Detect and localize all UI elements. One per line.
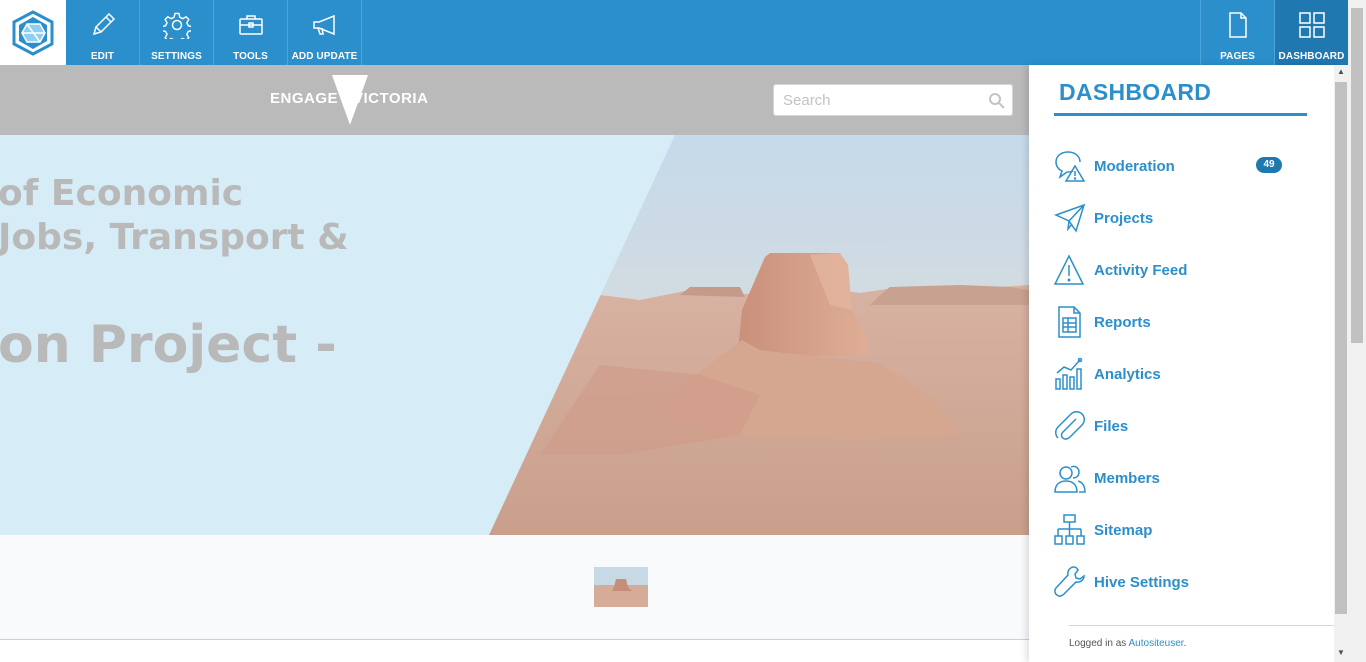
tools-label: TOOLS: [233, 51, 268, 62]
briefcase-icon: [238, 15, 263, 35]
paperclip-icon: [1055, 411, 1085, 440]
pages-label: PAGES: [1220, 51, 1255, 62]
logo-word-engage: ENGAGE: [270, 90, 339, 107]
menu-label-projects: Projects: [1094, 210, 1154, 227]
search-input[interactable]: [774, 85, 979, 115]
hero-thumbnail-image[interactable]: [594, 567, 648, 607]
wrench-icon: [1054, 566, 1085, 597]
engage-victoria-logo[interactable]: ENGAGE VICTORIA: [270, 75, 430, 125]
gear-icon: [162, 12, 191, 39]
page-icon: [1228, 12, 1247, 38]
thumbnail-strip: [0, 535, 1029, 640]
search-box: [773, 84, 1013, 116]
edit-label: EDIT: [90, 51, 115, 62]
panel-scroll-up-arrow[interactable]: ▲: [1334, 65, 1348, 79]
warning-icon: [1054, 254, 1085, 285]
logo-word-victoria: VICTORIA: [353, 90, 429, 107]
site-header: ENGAGE VICTORIA: [0, 65, 1029, 135]
settings-button[interactable]: SETTINGS: [140, 0, 214, 65]
menu-label-files: Files: [1094, 418, 1129, 435]
hero-title-line-3: on Project -: [0, 315, 337, 375]
page-preview: ENGAGE VICTORIA Search of Economic Jobs,…: [0, 65, 1029, 662]
panel-scroll-down-arrow[interactable]: ▼: [1334, 646, 1348, 660]
menu-label-reports: Reports: [1094, 314, 1151, 331]
menu-item-files[interactable]: Files: [1054, 409, 1309, 445]
grid-icon: [1298, 12, 1325, 38]
pages-button[interactable]: PAGES: [1200, 0, 1274, 65]
logged-in-user-link[interactable]: Autositeuser: [1129, 638, 1184, 649]
top-toolbar: EDIT SETTINGS TOOLS ADD UPDATE PAGES DAS…: [0, 0, 1348, 65]
chart-icon: [1055, 357, 1083, 390]
menu-item-members[interactable]: Members: [1054, 461, 1309, 497]
menu-label-moderation: Moderation: [1094, 158, 1175, 175]
members-icon: [1054, 465, 1086, 493]
menu-label-sitemap: Sitemap: [1094, 522, 1153, 539]
footer-divider: [1069, 625, 1334, 626]
report-icon: [1058, 306, 1081, 338]
megaphone-icon: [312, 14, 335, 36]
window-scrollbar-thumb[interactable]: [1351, 8, 1363, 343]
login-status-prefix: Logged in as: [1069, 638, 1127, 649]
menu-item-activity-feed[interactable]: Activity Feed: [1054, 253, 1309, 289]
menu-item-moderation[interactable]: Moderation 49: [1054, 149, 1309, 185]
add-update-label: ADD UPDATE: [291, 51, 358, 62]
hive-logo-icon: [12, 9, 54, 56]
menu-item-hive-settings[interactable]: Hive Settings: [1054, 565, 1309, 601]
add-update-button[interactable]: ADD UPDATE: [288, 0, 362, 65]
panel-scrollbar-thumb[interactable]: [1335, 82, 1347, 614]
moderation-icon: [1055, 151, 1086, 182]
menu-item-reports[interactable]: Reports: [1054, 305, 1309, 341]
menu-label-hive-settings: Hive Settings: [1094, 574, 1190, 591]
login-status-suffix: .: [1183, 638, 1187, 649]
dashboard-label: DASHBOARD: [1278, 51, 1345, 62]
panel-title: DASHBOARD: [1059, 79, 1212, 105]
hero-banner: of Economic Jobs, Transport & on Project…: [0, 135, 1029, 535]
edit-button[interactable]: EDIT: [66, 0, 140, 65]
app-logo[interactable]: [0, 0, 66, 65]
menu-label-members: Members: [1094, 470, 1160, 487]
menu-item-sitemap[interactable]: Sitemap: [1054, 513, 1309, 549]
panel-title-underline: [1054, 113, 1307, 116]
menu-item-analytics[interactable]: Analytics: [1054, 357, 1309, 393]
paper-plane-icon: [1054, 203, 1086, 233]
search-icon[interactable]: [988, 92, 1005, 109]
hero-title-line-1: of Economic: [0, 173, 244, 214]
settings-label: SETTINGS: [151, 51, 202, 62]
sitemap-icon: [1054, 514, 1085, 545]
tools-button[interactable]: TOOLS: [214, 0, 288, 65]
menu-label-analytics: Analytics: [1094, 366, 1161, 383]
menu-item-projects[interactable]: Projects: [1054, 201, 1309, 237]
moderation-count-badge: 49: [1256, 157, 1282, 173]
dashboard-button[interactable]: DASHBOARD: [1274, 0, 1348, 65]
login-status: Logged in as Autositeuser.: [1069, 638, 1186, 649]
menu-label-activity-feed: Activity Feed: [1094, 262, 1188, 279]
pencil-icon: [92, 12, 115, 36]
dashboard-panel: DASHBOARD Moderation 49 Projects Activit…: [1029, 65, 1334, 662]
hero-title-line-2: Jobs, Transport &: [0, 217, 349, 258]
